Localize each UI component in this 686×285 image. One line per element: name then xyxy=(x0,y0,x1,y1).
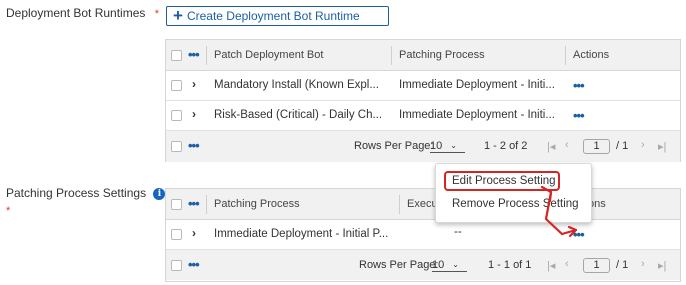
process-settings-label-text: Patching Process Settings xyxy=(6,186,147,200)
deployment-bot-runtimes-table: ••• Patch Deployment Bot Patching Proces… xyxy=(165,39,681,162)
expand-row-icon[interactable]: › xyxy=(192,77,196,91)
row-bot-name: Risk-Based (Critical) - Daily Ch... xyxy=(214,109,383,121)
row-execution: -- xyxy=(454,226,462,238)
next-page-icon[interactable]: › xyxy=(641,258,645,270)
column-header-actions: Actions xyxy=(573,49,610,61)
runtimes-label-text: Deployment Bot Runtimes xyxy=(6,6,146,20)
page-number-input[interactable]: 1 xyxy=(583,258,610,273)
chevron-down-icon: ⌄ xyxy=(452,260,459,269)
first-page-icon[interactable]: |◂ xyxy=(547,140,555,153)
column-divider xyxy=(399,195,400,214)
column-divider xyxy=(565,46,566,65)
column-header-patch-deployment-bot[interactable]: Patch Deployment Bot xyxy=(214,49,323,61)
column-divider xyxy=(206,46,207,65)
total-pages: / 1 xyxy=(616,140,629,152)
last-page-icon[interactable]: ▸| xyxy=(658,140,666,153)
row-patching-process: Immediate Deployment - Initial P... xyxy=(214,228,389,240)
rows-per-page-label: Rows Per Page: xyxy=(359,259,439,271)
required-asterisk: * xyxy=(6,205,11,217)
first-page-icon[interactable]: |◂ xyxy=(547,259,555,272)
table-row: › Mandatory Install (Known Expl... Immed… xyxy=(166,71,680,101)
pagination-range: 1 - 2 of 2 xyxy=(484,140,528,152)
column-divider xyxy=(206,195,207,214)
column-header-execution[interactable]: Execu xyxy=(407,198,438,210)
row-checkbox[interactable] xyxy=(171,229,182,240)
table-header: ••• Patch Deployment Bot Patching Proces… xyxy=(166,40,680,71)
create-deployment-bot-runtime-button[interactable]: + Create Deployment Bot Runtime xyxy=(166,6,389,26)
table-header: ••• Patching Process Execu ons xyxy=(166,189,680,220)
page-number-input[interactable]: 1 xyxy=(583,139,610,154)
row-patching-process: Immediate Deployment - Initi... xyxy=(399,79,555,91)
pagination-range: 1 - 1 of 1 xyxy=(488,259,532,271)
annotation-arrow-icon xyxy=(540,186,578,238)
row-checkbox[interactable] xyxy=(171,80,182,91)
patching-process-settings-table: ••• Patching Process Execu ons › Immedia… xyxy=(165,188,681,282)
create-button-label: Create Deployment Bot Runtime xyxy=(186,9,360,23)
column-menu-icon[interactable]: ••• xyxy=(188,48,200,61)
runtimes-label: Deployment Bot Runtimes * xyxy=(6,6,159,20)
previous-page-icon[interactable]: ‹ xyxy=(565,258,569,270)
total-pages: / 1 xyxy=(616,259,629,271)
column-header-patching-process[interactable]: Patching Process xyxy=(399,49,485,61)
table-footer: ••• Rows Per Page: 10 ⌄ 1 - 1 of 1 |◂ ‹ … xyxy=(166,250,680,280)
row-bot-name: Mandatory Install (Known Expl... xyxy=(214,79,379,91)
column-menu-icon[interactable]: ••• xyxy=(188,197,200,210)
expand-row-icon[interactable]: › xyxy=(192,226,196,240)
table-footer: ••• Rows Per Page: 10 ⌄ 1 - 2 of 2 |◂ ‹ … xyxy=(166,131,680,162)
previous-page-icon[interactable]: ‹ xyxy=(565,139,569,151)
row-actions-icon[interactable]: ••• xyxy=(573,79,585,92)
rows-per-page-label: Rows Per Page: xyxy=(354,140,434,152)
required-asterisk: * xyxy=(154,8,160,20)
table-row: › Risk-Based (Critical) - Daily Ch... Im… xyxy=(166,101,680,131)
rows-per-page-select[interactable]: 10 ⌄ xyxy=(432,258,467,272)
table-row: › Immediate Deployment - Initial P... --… xyxy=(166,220,680,250)
footer-checkbox[interactable] xyxy=(171,141,182,152)
rows-per-page-value: 10 xyxy=(432,258,445,271)
process-settings-label: Patching Process Settings i xyxy=(6,186,166,200)
select-all-checkbox[interactable] xyxy=(171,50,182,61)
rows-per-page-select[interactable]: 10 ⌄ xyxy=(430,139,465,153)
chevron-down-icon: ⌄ xyxy=(450,141,457,150)
expand-row-icon[interactable]: › xyxy=(192,107,196,121)
footer-menu-icon[interactable]: ••• xyxy=(188,258,200,271)
footer-checkbox[interactable] xyxy=(171,260,182,271)
info-icon[interactable]: i xyxy=(153,188,166,200)
row-patching-process: Immediate Deployment - Initi... xyxy=(399,109,555,121)
footer-menu-icon[interactable]: ••• xyxy=(188,139,200,152)
column-header-patching-process[interactable]: Patching Process xyxy=(214,198,300,210)
last-page-icon[interactable]: ▸| xyxy=(658,259,666,272)
column-divider xyxy=(391,46,392,65)
row-actions-icon[interactable]: ••• xyxy=(573,109,585,122)
next-page-icon[interactable]: › xyxy=(641,139,645,151)
row-checkbox[interactable] xyxy=(171,110,182,121)
rows-per-page-value: 10 xyxy=(430,139,443,152)
select-all-checkbox[interactable] xyxy=(171,199,182,210)
plus-icon: + xyxy=(173,6,183,25)
